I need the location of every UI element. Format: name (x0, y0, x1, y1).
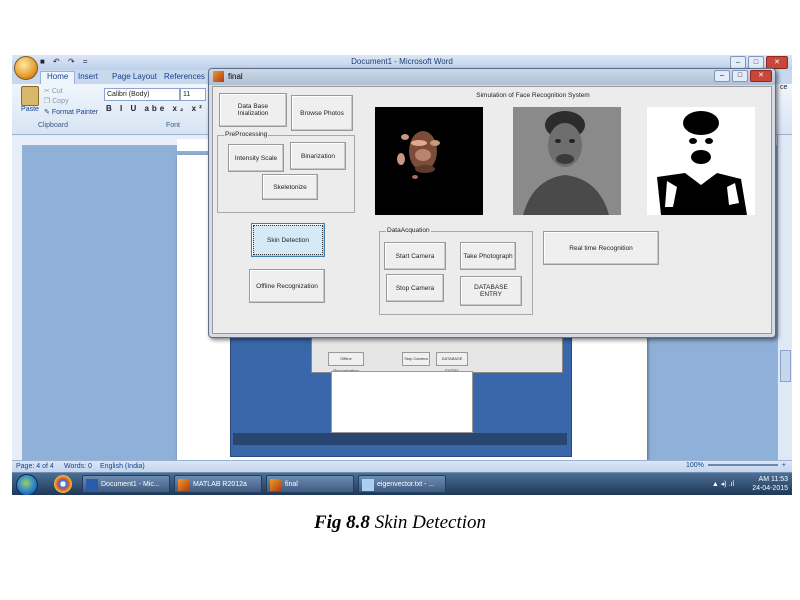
clock-date: 24-04-2015 (752, 485, 788, 492)
figure-maximize-button[interactable]: □ (732, 70, 748, 82)
copy-label: Copy (52, 98, 69, 105)
desktop-screenshot: Document1 - Microsoft Word – □ ✕ ■ ↶ ↷ =… (12, 55, 792, 495)
skin-detection-image (375, 107, 483, 215)
embedded-db-button: DATABASE ENTRY (436, 352, 468, 373)
data-acquisition-panel: DataAcquation Start Camera Take Photogra… (379, 227, 533, 315)
word-window-title: Document1 - Microsoft Word (351, 57, 453, 66)
grayscale-photo (513, 107, 621, 215)
database-initialization-button[interactable]: Data Base Inialization (219, 93, 287, 127)
embedded-stop-button: Stop Camera (402, 352, 430, 366)
embedded-screenshot: Offline Recognization Stop Camera DATABA… (230, 325, 572, 457)
zoom-slider[interactable] (707, 464, 778, 467)
figure-minimize-button[interactable]: – (714, 70, 730, 82)
cut-button[interactable]: ✂ Cut (44, 87, 63, 95)
page-count[interactable]: Page: 4 of 4 (16, 463, 54, 470)
real-time-recognition-button[interactable]: Real time Recognition (543, 231, 659, 265)
start-camera-button[interactable]: Start Camera (384, 242, 446, 270)
intensity-scale-button[interactable]: Intensity Scale (228, 144, 284, 172)
task-final-label: final (285, 481, 298, 488)
vertical-scrollbar[interactable] (777, 135, 792, 460)
simulation-title: Simulation of Face Recognition System (476, 92, 590, 99)
notepad-icon (362, 479, 374, 491)
figure-body: Data Base Inialization Browse Photos Pre… (212, 86, 772, 334)
skin-detection-button[interactable]: Skin Detection (251, 223, 325, 257)
offline-recognition-button[interactable]: Offline Recognization (249, 269, 325, 303)
task-matlab[interactable]: MATLAB R2012a (174, 475, 262, 493)
format-painter-label: Format Painter (51, 109, 99, 116)
binarized-face-graphic (657, 111, 747, 215)
preprocessing-panel-title: PreProcessing (224, 131, 269, 138)
task-final[interactable]: final (266, 475, 354, 493)
tab-insert[interactable]: Insert (78, 72, 98, 81)
embedded-taskbar (233, 433, 567, 445)
figure-close-button[interactable]: ✕ (750, 70, 772, 82)
matlab-figure-icon (270, 479, 282, 491)
figure-caption: Fig 8.8 Skin Detection (0, 512, 800, 534)
taskbar: Document1 - Mic... MATLAB R2012a final e… (12, 472, 792, 495)
binarization-button[interactable]: Binarization (290, 142, 346, 170)
skeletonize-button[interactable]: Skeletonize (262, 174, 318, 200)
scissors-icon: ✂ (44, 88, 50, 95)
binarized-image (647, 107, 755, 215)
font-name-select[interactable]: Calibri (Body) (104, 88, 180, 101)
scrollbar-thumb[interactable] (780, 350, 791, 382)
embedded-document-page (331, 371, 473, 433)
figure-title-bar: final – □ ✕ (209, 69, 775, 85)
task-notepad[interactable]: eigenvector.txt - ... (358, 475, 446, 493)
paste-label: Paste (21, 106, 39, 113)
word-count[interactable]: Words: 0 (64, 463, 92, 470)
word-icon (86, 479, 98, 491)
chrome-icon[interactable] (54, 475, 72, 493)
paste-button[interactable]: Paste (18, 86, 42, 113)
stop-camera-button[interactable]: Stop Camera (386, 274, 444, 302)
clipboard-group-label: Clipboard (38, 122, 68, 129)
copy-button[interactable]: ❐ Copy (44, 97, 69, 105)
task-notepad-label: eigenvector.txt - ... (377, 481, 435, 488)
tray-icons[interactable]: ▲ ◂) .ıl (712, 480, 734, 488)
data-acquisition-panel-title: DataAcquation (386, 227, 431, 234)
font-size-select[interactable]: 11 (180, 88, 206, 101)
grayscale-face-graphic (513, 107, 621, 215)
office-button[interactable] (14, 56, 38, 80)
cut-label: Cut (51, 88, 63, 95)
matlab-icon (178, 479, 190, 491)
task-matlab-label: MATLAB R2012a (193, 481, 247, 488)
start-button[interactable] (16, 474, 38, 495)
clock-time: AM 11:53 (758, 476, 788, 483)
caption-figure-number: Fig 8.8 (313, 512, 370, 533)
task-word-label: Document1 - Mic... (101, 481, 160, 488)
task-word[interactable]: Document1 - Mic... (82, 475, 170, 493)
caption-text: Skin Detection (369, 512, 487, 533)
clock[interactable]: AM 11:53 24-04-2015 (752, 475, 788, 493)
preprocessing-panel: PreProcessing Intensity Scale Binarizati… (217, 131, 355, 213)
browse-photos-button[interactable]: Browse Photos (291, 95, 353, 131)
clipboard-icon (21, 86, 39, 106)
tab-page-layout[interactable]: Page Layout (112, 72, 157, 81)
brush-icon: ✎ (44, 109, 50, 116)
ribbon-right-cut-off: ce (780, 84, 788, 91)
figure-window-controls: – □ ✕ (714, 70, 772, 82)
language-indicator[interactable]: English (India) (100, 463, 145, 470)
matlab-icon (213, 71, 224, 82)
embedded-offline-button: Offline Recognization (328, 352, 364, 373)
copy-icon: ❐ (44, 98, 51, 105)
tab-references[interactable]: References (164, 72, 205, 81)
matlab-figure-window: final – □ ✕ Data Base Inialization Brows… (208, 68, 776, 338)
quick-access-toolbar[interactable]: ■ ↶ ↷ = (40, 57, 91, 66)
zoom-level: 100% (686, 462, 704, 469)
tab-home[interactable]: Home (40, 71, 76, 84)
vertical-ruler (12, 135, 23, 460)
zoom-control[interactable]: 100% + (686, 462, 786, 469)
skin-detection-face-graphic (397, 131, 440, 179)
format-painter-button[interactable]: ✎ Format Painter (44, 108, 98, 116)
database-entry-button[interactable]: DATABASE ENTRY (460, 276, 522, 306)
figure-title: final (228, 72, 243, 81)
take-photograph-button[interactable]: Take Photograph (460, 242, 516, 270)
font-group-label: Font (166, 122, 181, 129)
